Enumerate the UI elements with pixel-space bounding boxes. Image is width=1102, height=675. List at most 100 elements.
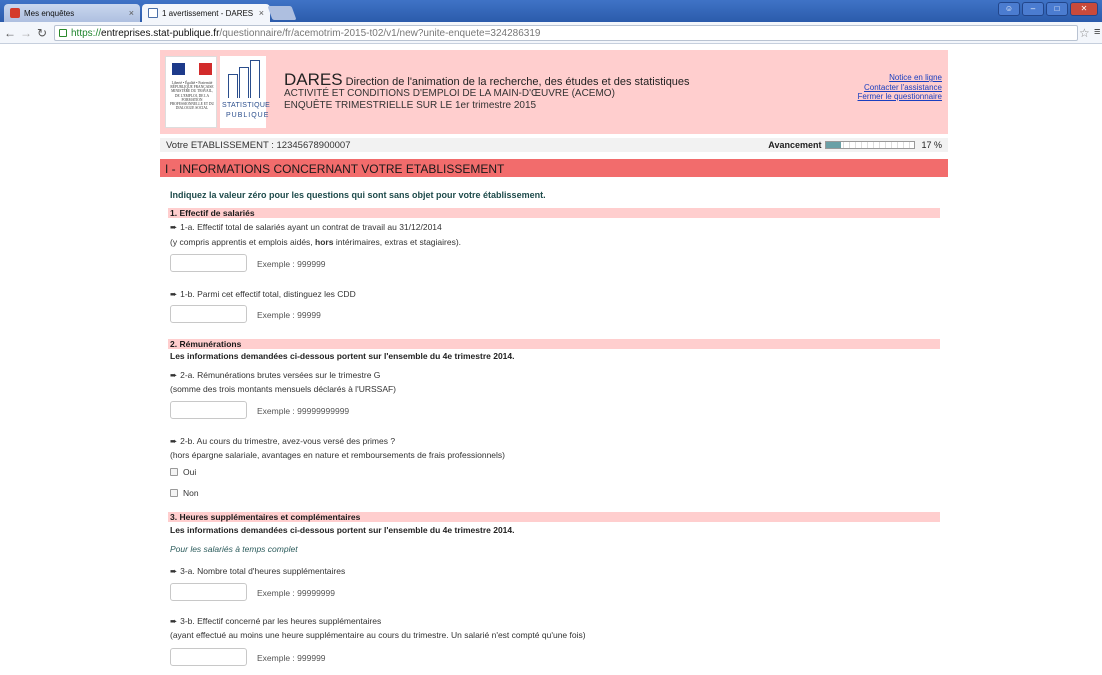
ministere-text: Liberté • Égalité • Fraternité RÉPUBLIQU… [169, 81, 215, 111]
q2b-text: 2-b. Au cours du trimestre, avez-vous ve… [180, 436, 396, 446]
tab-title: Mes enquêtes [24, 8, 75, 18]
q2b-label: ➨ 2-b. Au cours du trimestre, avez-vous v… [170, 436, 395, 447]
progress-label: Avancement [768, 140, 822, 150]
q2a-input[interactable] [170, 401, 247, 419]
tab-mes-enquetes[interactable]: Mes enquêtes × [4, 4, 140, 22]
q1a-detail-post: intérimaires, extras et stagiaires). [335, 237, 462, 247]
arrow-icon: ➨ [170, 436, 178, 446]
url-path: /questionnaire/fr/acemotrim-2015-t02/v1/… [219, 27, 541, 39]
progress-bar [825, 141, 916, 149]
q1b-example: Exemple : 99999 [257, 310, 321, 320]
progress-fill [826, 142, 842, 148]
q3b-text: 3-b. Effectif concerné par les heures su… [180, 616, 382, 626]
tab-dares[interactable]: 1 avertissement - DARES Dir × [142, 4, 270, 22]
q2-note: Les informations demandées ci-dessous po… [170, 351, 515, 361]
question-group-2-title: 2. Rémunérations [170, 339, 242, 349]
q2a-detail: (somme des trois montants mensuels décla… [170, 384, 397, 394]
arrow-icon: ➨ [170, 566, 178, 576]
close-tab-icon[interactable]: × [259, 8, 264, 18]
progress-percent: 17 % [921, 140, 942, 150]
question-group-1-title: 1. Effectif de salariés [170, 208, 255, 218]
q1b-text: 1-b. Parmi cet effectif total, distingue… [180, 289, 356, 299]
url-scheme: https:// [71, 27, 102, 39]
progress-indicator: Avancement 17 % [768, 140, 942, 150]
question-group-1: 1. Effectif de salariés [168, 208, 940, 218]
republique-francaise-logo: Liberté • Égalité • Fraternité RÉPUBLIQU… [165, 56, 217, 128]
q3a-input[interactable] [170, 583, 247, 601]
new-tab-button[interactable] [267, 6, 297, 20]
stat-word-2: PUBLIQUE [226, 112, 270, 119]
title-direction: Direction de l'animation de la recherche… [345, 76, 690, 88]
stat-logo-icon [228, 60, 262, 98]
title-dares: DARES [284, 70, 343, 89]
q1a-detail: (y compris apprentis et emplois aidés, h… [170, 237, 461, 247]
question-group-3-title: 3. Heures supplémentaires et complémenta… [170, 512, 361, 522]
menu-icon[interactable]: ≡ [1094, 26, 1100, 38]
question-group-2: 2. Rémunérations [168, 339, 940, 349]
close-questionnaire-link[interactable]: Fermer le questionnaire [858, 92, 942, 102]
header-links: Notice en ligne Contacter l'assistance F… [858, 73, 942, 102]
minimize-icon[interactable]: – [1022, 2, 1044, 16]
favicon-icon [10, 8, 20, 18]
arrow-icon: ➨ [170, 616, 178, 626]
favicon-icon [148, 8, 158, 18]
question-group-3: 3. Heures supplémentaires et complémenta… [168, 512, 940, 522]
q2b-non-option[interactable]: Non [170, 488, 199, 498]
section-title: I - INFORMATIONS CONCERNANT VOTRE ETABLI… [160, 159, 948, 177]
page-header: Liberté • Égalité • Fraternité RÉPUBLIQU… [160, 50, 948, 134]
arrow-icon: ➨ [170, 222, 178, 232]
window-controls: ☺ – □ ✕ [998, 2, 1098, 16]
arrow-icon: ➨ [170, 289, 178, 299]
browser-tab-bar: Mes enquêtes × 1 avertissement - DARES D… [0, 0, 1102, 22]
status-row: Votre ETABLISSEMENT : 12345678900007 Ava… [160, 138, 948, 152]
q3b-input[interactable] [170, 648, 247, 666]
arrow-icon: ➨ [170, 370, 178, 380]
q2b-non-label: Non [183, 488, 199, 498]
q1a-detail-bold: hors [315, 237, 334, 247]
q1a-detail-pre: (y compris apprentis et emplois aidés, [170, 237, 313, 247]
q3-note: Les informations demandées ci-dessous po… [170, 525, 515, 535]
section-intro: Indiquez la valeur zéro pour les questio… [170, 190, 546, 200]
q3b-label: ➨ 3-b. Effectif concerné par les heures s… [170, 616, 381, 627]
forward-icon[interactable]: → [18, 26, 34, 40]
star-icon[interactable]: ☆ [1079, 26, 1090, 40]
etablissement-id: Votre ETABLISSEMENT : 12345678900007 [166, 140, 351, 151]
lock-icon [59, 29, 67, 37]
q3a-text: 3-a. Nombre total d'heures supplémentair… [180, 566, 346, 576]
reload-icon[interactable]: ↻ [34, 26, 50, 40]
survey-period: ENQUÊTE TRIMESTRIELLE SUR LE 1er trimest… [284, 100, 537, 111]
q1a-text: 1-a. Effectif total de salariés ayant un… [180, 222, 442, 232]
q1b-input[interactable] [170, 305, 247, 323]
maximize-icon[interactable]: □ [1046, 2, 1068, 16]
user-icon[interactable]: ☺ [998, 2, 1020, 16]
stat-word-1: STATISTIQUE [222, 102, 271, 109]
assistance-link[interactable]: Contacter l'assistance [858, 83, 942, 93]
page-title: DARES Direction de l'animation de la rec… [284, 70, 690, 90]
flag-icon [172, 63, 212, 75]
back-icon[interactable]: ← [2, 26, 18, 40]
q1a-input[interactable] [170, 254, 247, 272]
close-window-icon[interactable]: ✕ [1070, 2, 1098, 16]
notice-link[interactable]: Notice en ligne [858, 73, 942, 83]
q2b-oui-label: Oui [183, 467, 197, 477]
address-bar[interactable]: https://entreprises.stat-publique.fr/que… [54, 25, 1078, 41]
url-host: entreprises.stat-publique.fr [101, 27, 220, 39]
q1a-label: ➨ 1-a. Effectif total de salariés ayant u… [170, 222, 442, 233]
q3a-label: ➨ 3-a. Nombre total d'heures supplémentai… [170, 566, 345, 577]
q1b-label: ➨ 1-b. Parmi cet effectif total, distingu… [170, 289, 356, 300]
q3-subgroup: Pour les salariés à temps complet [170, 544, 298, 554]
close-tab-icon[interactable]: × [129, 8, 134, 18]
q2b-oui-option[interactable]: Oui [170, 467, 196, 477]
checkbox[interactable] [170, 489, 178, 497]
checkbox[interactable] [170, 468, 178, 476]
statistique-publique-logo: STATISTIQUE PUBLIQUE [220, 56, 270, 128]
section-title-text: I - INFORMATIONS CONCERNANT VOTRE ETABLI… [165, 162, 505, 176]
tab-title: 1 avertissement - DARES Dir [162, 8, 255, 18]
q2a-text: 2-a. Rémunérations brutes versées sur le… [180, 370, 381, 380]
survey-page: Liberté • Égalité • Fraternité RÉPUBLIQU… [160, 50, 948, 675]
q3b-example: Exemple : 999999 [257, 653, 326, 663]
q1a-example: Exemple : 999999 [257, 259, 326, 269]
browser-toolbar: ← → ↻ https://entreprises.stat-publique.… [0, 22, 1102, 44]
q3b-detail: (ayant effectué au moins une heure suppl… [170, 630, 586, 640]
q2a-example: Exemple : 99999999999 [257, 406, 350, 416]
